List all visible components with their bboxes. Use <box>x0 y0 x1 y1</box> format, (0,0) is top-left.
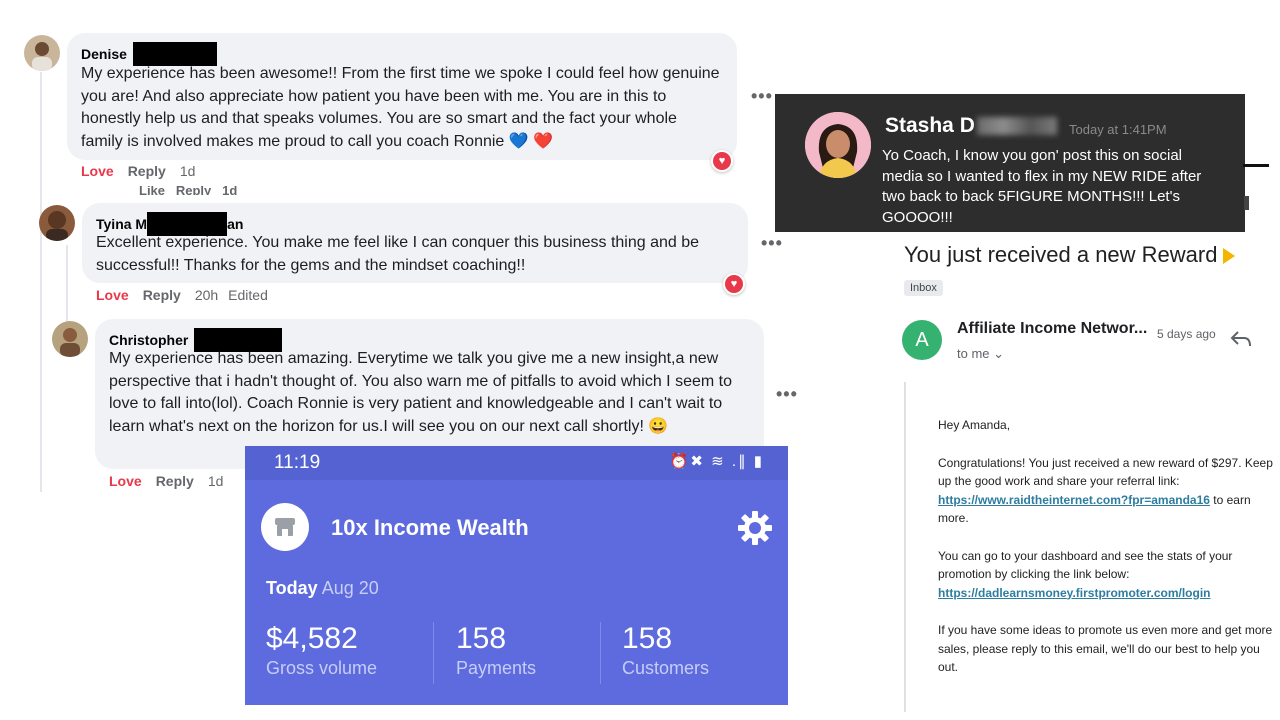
sender-initial: D <box>959 114 975 137</box>
status-icons: ⏰✖ ≋ .∥ ▮ <box>669 453 764 470</box>
body-paragraph: Congratulations! You just received a new… <box>938 454 1280 528</box>
more-options-button[interactable]: ••• <box>776 384 798 405</box>
settings-gear-icon[interactable] <box>737 510 773 546</box>
today-label: Today <box>266 578 318 598</box>
body-text: Congratulations! You just received a new… <box>938 455 1273 489</box>
overlapped-actions: Like Reply 1d <box>139 186 238 195</box>
stat-value: 158 <box>622 622 673 655</box>
avatar[interactable] <box>52 321 88 357</box>
love-button[interactable]: Love <box>81 163 114 179</box>
store-icon[interactable] <box>261 503 309 551</box>
reply-button[interactable]: Reply <box>156 473 194 489</box>
thread-line <box>66 245 68 325</box>
stat-value: 158 <box>456 622 507 655</box>
heart-icon: ♥ <box>725 275 743 293</box>
love-reaction-badge[interactable]: ♥ <box>723 273 745 295</box>
comment-bubble: Denise My experience has been awesome!! … <box>67 33 737 160</box>
stat-label: Payments <box>456 658 537 678</box>
sender-name[interactable]: Affiliate Income Networ... <box>957 320 1147 338</box>
email-body: Hey Amanda, Congratulations! You just re… <box>904 382 1280 712</box>
edited-label: Edited <box>228 287 268 303</box>
divider <box>433 622 434 684</box>
dashboard-link[interactable]: https://dadlearnsmoney.firstpromoter.com… <box>938 586 1210 600</box>
inbox-label-chip[interactable]: Inbox <box>904 280 943 296</box>
body-paragraph: You can go to your dashboard and see the… <box>938 547 1280 603</box>
avatar[interactable] <box>39 205 75 241</box>
avatar <box>805 112 871 178</box>
comment-actions: Love Reply 1d <box>109 473 223 489</box>
important-marker-icon[interactable] <box>1223 248 1236 265</box>
sender-name: Stasha D <box>885 114 1057 138</box>
comment-timestamp[interactable]: 1d <box>180 163 196 179</box>
comment-actions: Love Reply 20h Edited <box>96 287 268 303</box>
sent-time: 5 days ago <box>1157 327 1216 341</box>
thread-line <box>40 72 42 492</box>
author-name-end[interactable]: an <box>227 215 243 233</box>
heart-icon: ♥ <box>713 152 731 170</box>
status-bar: 11:19 ⏰✖ ≋ .∥ ▮ <box>245 446 788 480</box>
comment-text: My experience has been amazing. Everytim… <box>109 350 732 435</box>
divider <box>1243 164 1269 167</box>
comment-text: My experience has been awesome!! From th… <box>81 65 720 150</box>
divider <box>1244 196 1249 210</box>
reply-icon[interactable] <box>1230 330 1252 348</box>
status-time: 11:19 <box>274 452 321 473</box>
date-label: Aug 20 <box>321 578 379 598</box>
love-button[interactable]: Love <box>96 287 129 303</box>
referral-link[interactable]: https://www.raidtheinternet.com?fpr=aman… <box>938 493 1210 507</box>
avatar[interactable] <box>24 35 60 71</box>
more-options-button[interactable]: ••• <box>751 86 773 107</box>
stat-customers[interactable]: 158 Customers <box>622 622 709 679</box>
reply-button[interactable]: Reply <box>143 287 181 303</box>
recipient-dropdown[interactable]: to me ⌄ <box>957 346 1004 362</box>
message-notification[interactable]: Stasha D Today at 1:41PM Yo Coach, I kno… <box>775 94 1245 232</box>
blurred-surname <box>976 117 1057 136</box>
stat-value: $4,582 <box>266 622 358 655</box>
comment-bubble: Tyina M an Excellent experience. You mak… <box>82 203 748 283</box>
email-subject: You just received a new Reward <box>904 242 1236 268</box>
author-name[interactable]: Christopher <box>109 331 188 349</box>
stat-payments[interactable]: 158 Payments <box>456 622 536 679</box>
stat-label: Customers <box>622 658 710 678</box>
stat-gross-volume[interactable]: $4,582 Gross volume <box>266 622 377 679</box>
author-name-start[interactable]: Tyina M <box>96 215 147 233</box>
email-view: You just received a new Reward Inbox A A… <box>880 232 1280 720</box>
comment-timestamp[interactable]: 20h <box>195 287 218 303</box>
stat-label: Gross volume <box>266 658 378 678</box>
greeting: Hey Amanda, <box>938 418 1011 432</box>
love-reaction-badge[interactable]: ♥ <box>711 150 733 172</box>
divider <box>600 622 601 684</box>
sender-first-name: Stasha <box>885 114 954 137</box>
message-timestamp: Today at 1:41PM <box>1069 122 1167 137</box>
body-paragraph: If you have some ideas to promote us eve… <box>938 623 1273 674</box>
comment-text: Excellent experience. You make me feel l… <box>96 234 700 274</box>
date-selector[interactable]: Today Aug 20 <box>266 578 379 599</box>
email-subject-text: You just received a new Reward <box>904 242 1218 267</box>
author-name[interactable]: Denise <box>81 45 127 63</box>
message-text: Yo Coach, I know you gon' post this on s… <box>882 147 1202 226</box>
comment-timestamp[interactable]: 1d <box>208 473 224 489</box>
love-button[interactable]: Love <box>109 473 142 489</box>
sender-avatar: A <box>902 320 942 360</box>
more-options-button[interactable]: ••• <box>761 233 783 254</box>
stripe-dashboard: 11:19 ⏰✖ ≋ .∥ ▮ 10x Income Wealth Today … <box>245 446 788 705</box>
account-name[interactable]: 10x Income Wealth <box>331 515 529 541</box>
comment-actions: Love Reply 1d <box>81 163 195 179</box>
reply-button[interactable]: Reply <box>128 163 166 179</box>
body-text: You can go to your dashboard and see the… <box>938 548 1233 582</box>
